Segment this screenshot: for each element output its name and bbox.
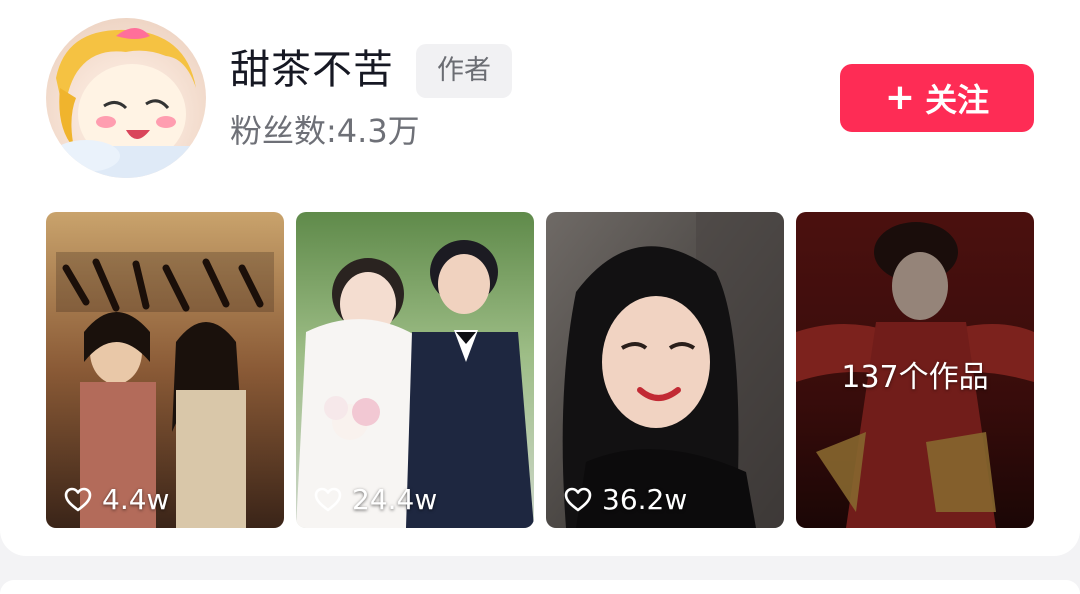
author-badge: 作者: [416, 44, 512, 98]
video-poster-1: [46, 212, 284, 528]
author-card: 甜茶不苦 作者 粉丝数:4.3万 + 关注 4.4w 24.4w 36.2w 1…: [0, 0, 1080, 556]
like-count-value: 36.2w: [602, 483, 688, 516]
works-count: 137个作品: [841, 360, 989, 395]
video-thumbnail-1[interactable]: 4.4w: [46, 212, 284, 528]
like-count-value: 4.4w: [102, 483, 170, 516]
heart-outline-icon: [314, 487, 342, 511]
avatar[interactable]: [46, 18, 206, 178]
follow-label: 关注: [925, 81, 990, 119]
like-count-2: 24.4w: [314, 483, 437, 516]
follow-button[interactable]: + 关注: [840, 64, 1034, 132]
video-poster-3: [546, 212, 784, 528]
plus-icon: +: [884, 77, 916, 118]
video-thumbnail-3[interactable]: 36.2w: [546, 212, 784, 528]
next-card-edge: [0, 580, 1080, 594]
heart-outline-icon: [64, 487, 92, 511]
avatar-illustration: [46, 28, 206, 178]
fans-count: 粉丝数:4.3万: [230, 112, 420, 150]
like-count-1: 4.4w: [64, 483, 169, 516]
author-name[interactable]: 甜茶不苦: [230, 42, 394, 98]
heart-outline-icon: [564, 487, 592, 511]
like-count-3: 36.2w: [564, 483, 687, 516]
more-works-tile[interactable]: 137个作品: [796, 212, 1034, 528]
like-count-value: 24.4w: [352, 483, 438, 516]
video-poster-2: [296, 212, 534, 528]
video-thumbnail-2[interactable]: 24.4w: [296, 212, 534, 528]
